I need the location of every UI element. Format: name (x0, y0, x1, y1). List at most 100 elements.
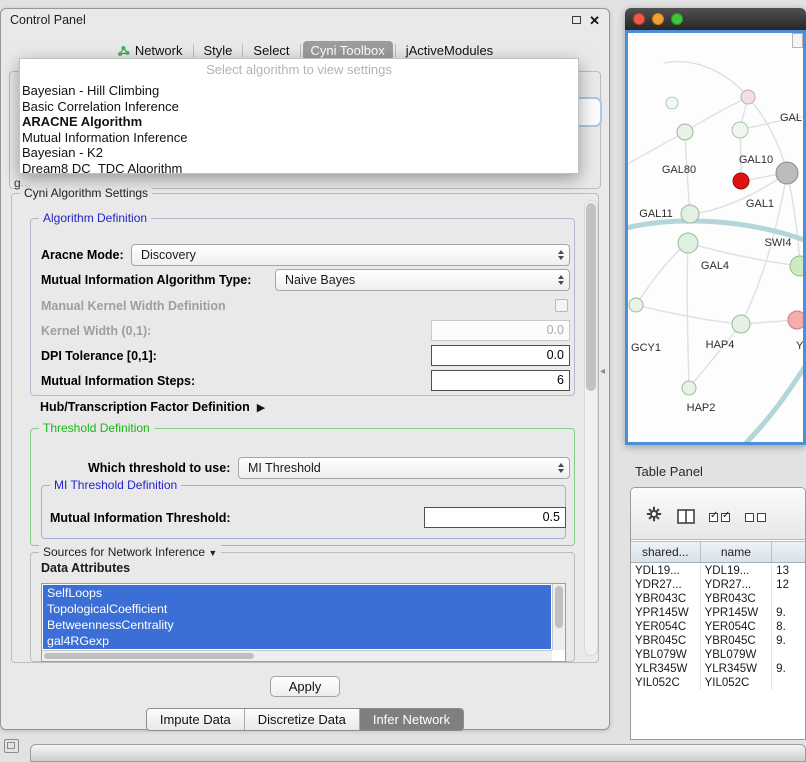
table-row[interactable]: YBR045CYBR045C9. (631, 634, 805, 648)
dpi-tolerance-field[interactable]: 0.0 (431, 345, 570, 366)
gear-icon[interactable] (645, 505, 663, 523)
network-node[interactable] (732, 122, 748, 138)
settings-scrollbar[interactable] (584, 200, 598, 656)
tab-network-label: Network (135, 43, 183, 58)
column-selector-icon[interactable] (677, 509, 695, 524)
network-edge[interactable] (664, 62, 748, 97)
mi-threshold-field[interactable]: 0.5 (424, 507, 566, 528)
expanded-arrow-icon: ▼ (208, 548, 217, 558)
mi-type-select[interactable]: Naive Bayes (275, 269, 570, 291)
network-edge[interactable] (787, 173, 800, 266)
table-panel-window: shared...name YDL19...YDL19...13YDR27...… (630, 487, 806, 740)
data-attribute-item[interactable]: gal4RGexp (43, 633, 551, 649)
select-all-icon[interactable] (709, 513, 730, 522)
list-hscrollbar[interactable] (42, 650, 552, 661)
network-edge[interactable] (746, 359, 803, 442)
list-vscrollbar[interactable] (552, 584, 565, 650)
list-hscrollbar-thumb[interactable] (44, 653, 254, 659)
float-window-icon[interactable] (572, 16, 581, 24)
table-row[interactable]: YER054CYER054C8. (631, 620, 805, 634)
network-node[interactable] (678, 233, 698, 253)
data-attribute-item[interactable]: TopologicalCoefficient (43, 601, 551, 617)
network-node[interactable] (776, 162, 798, 184)
table-row[interactable]: YPR145WYPR145W9. (631, 606, 805, 620)
mi-threshold-group-title: MI Threshold Definition (50, 478, 181, 492)
minimized-window-icon[interactable] (4, 739, 19, 753)
network-node[interactable] (682, 381, 696, 395)
table-cell: 9. (772, 606, 805, 620)
table-row[interactable]: YLR345WYLR345W9. (631, 662, 805, 676)
algorithm-option[interactable]: Bayesian - Hill Climbing (20, 83, 578, 99)
network-node[interactable] (681, 205, 699, 223)
list-vscrollbar-thumb[interactable] (555, 586, 563, 628)
bottom-bar (30, 744, 806, 762)
table-row[interactable]: YDL19...YDL19...13 (631, 564, 805, 578)
network-node[interactable] (629, 298, 643, 312)
tab-separator (242, 44, 243, 57)
splitter-arrow-icon[interactable]: ◂ (600, 366, 605, 377)
mi-threshold-group: MI Threshold Definition Mutual Informati… (41, 485, 566, 539)
data-attributes-label: Data Attributes (41, 561, 130, 575)
table-cell: YLR345W (701, 662, 773, 676)
aracne-mode-select[interactable]: Discovery (131, 244, 570, 266)
apply-button[interactable]: Apply (270, 676, 340, 697)
network-titlebar[interactable] (625, 8, 806, 30)
table-row[interactable]: YDR27...YDR27...12 (631, 578, 805, 592)
table-row[interactable]: YBL079WYBL079W (631, 648, 805, 662)
table-cell: 9. (772, 634, 805, 648)
collapsed-arrow-icon: ▶ (257, 401, 265, 414)
network-node[interactable] (741, 90, 755, 104)
sources-title[interactable]: Sources for Network Inference ▼ (39, 545, 221, 559)
settings-scrollbar-thumb[interactable] (586, 203, 596, 391)
table-cell (772, 648, 805, 662)
network-node-label: Y (796, 340, 803, 352)
network-node[interactable] (677, 124, 693, 140)
table-row[interactable]: YIL052CYIL052C (631, 676, 805, 690)
mi-steps-field[interactable]: 6 (431, 370, 570, 391)
algorithm-option[interactable]: Dream8 DC_TDC Algorithm (20, 161, 578, 175)
tab-separator (193, 44, 194, 57)
table-column-header[interactable]: name (701, 542, 773, 562)
table-row[interactable]: YBR043CYBR043C (631, 592, 805, 606)
traffic-light-close[interactable] (633, 13, 645, 25)
hub-section-toggle[interactable]: Hub/Transcription Factor Definition ▶ (40, 400, 265, 414)
network-node[interactable] (790, 256, 803, 276)
network-node[interactable] (666, 97, 678, 109)
traffic-light-zoom[interactable] (671, 13, 683, 25)
algorithm-definition-title: Algorithm Definition (39, 211, 151, 225)
network-edge[interactable] (689, 324, 741, 388)
table-cell: YIL052C (631, 676, 701, 690)
traffic-light-minimize[interactable] (652, 13, 664, 25)
deselect-all-icon[interactable] (745, 513, 766, 522)
which-threshold-select[interactable]: MI Threshold (238, 457, 570, 479)
network-node-label: GAL11 (639, 208, 672, 220)
tab-infer-network[interactable]: Infer Network (359, 709, 463, 730)
data-attribute-item[interactable]: BetweennessCentrality (43, 617, 551, 633)
network-edge[interactable] (628, 132, 685, 168)
tab-discretize-data[interactable]: Discretize Data (244, 709, 359, 730)
network-edge[interactable] (636, 305, 741, 324)
tab-impute-data[interactable]: Impute Data (147, 709, 244, 730)
table-column-header[interactable]: shared... (631, 542, 701, 562)
algorithm-option[interactable]: Mutual Information Inference (20, 130, 578, 146)
network-node[interactable] (788, 311, 803, 329)
table-column-header[interactable] (772, 542, 805, 562)
algorithm-option[interactable]: ARACNE Algorithm (20, 114, 578, 130)
tab-separator (395, 44, 396, 57)
table-cell: YBR045C (631, 634, 701, 648)
network-edge[interactable] (636, 243, 688, 305)
network-node-label: GAL10 (739, 154, 773, 166)
table-cell (772, 676, 805, 690)
close-window-icon[interactable]: ✕ (589, 14, 600, 27)
data-attribute-item[interactable]: SelfLoops (43, 585, 551, 601)
table-toolbar (631, 488, 805, 540)
manual-kernel-checkbox[interactable] (555, 299, 568, 312)
algorithm-option[interactable]: Bayesian - K2 (20, 145, 578, 161)
network-node[interactable] (733, 173, 749, 189)
network-view-canvas[interactable]: GAL80GAL10GAL1GAL11GAL4SWI4GCY1HAP4YGALH… (628, 33, 803, 442)
network-node[interactable] (732, 315, 750, 333)
combo-arrows-icon (558, 250, 564, 260)
kernel-width-field[interactable]: 0.0 (431, 320, 570, 341)
control-panel-titlebar[interactable]: Control Panel ✕ (1, 9, 609, 31)
algorithm-option[interactable]: Basic Correlation Inference (20, 99, 578, 115)
